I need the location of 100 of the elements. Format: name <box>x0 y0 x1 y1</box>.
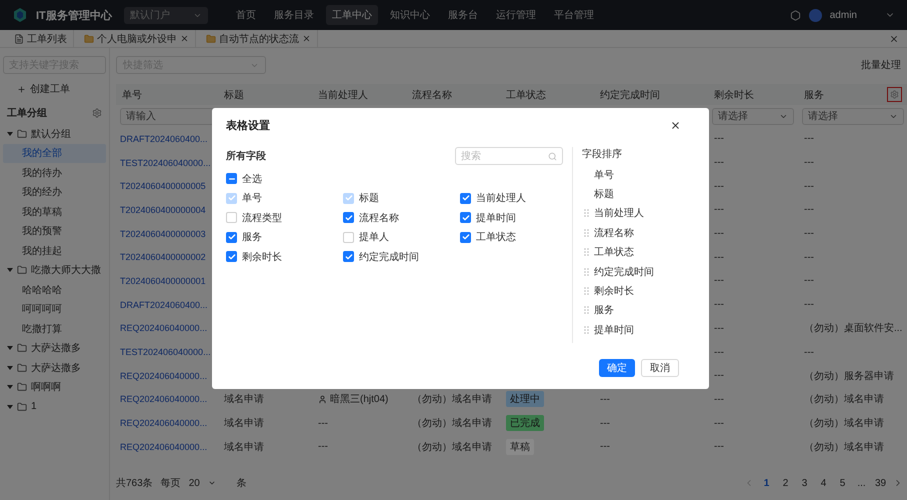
caret-down-icon[interactable] <box>7 384 13 390</box>
caret-down-icon[interactable] <box>7 130 13 137</box>
filter-select[interactable]: 请选择 <box>712 108 794 124</box>
checkbox-label[interactable]: 提单人 <box>359 230 389 244</box>
nav-item[interactable]: 平台管理 <box>548 5 600 25</box>
checkbox-label[interactable]: 约定完成时间 <box>359 250 419 264</box>
close-icon[interactable] <box>889 34 899 44</box>
drag-handle-icon[interactable] <box>584 209 589 218</box>
checkbox[interactable] <box>343 251 354 262</box>
sort-item[interactable]: 流程名称 <box>594 226 634 240</box>
ticket-link[interactable]: TEST202406040000... <box>120 158 211 168</box>
group-label[interactable]: 吃撒大师大大撒 <box>31 263 101 278</box>
ticket-link[interactable]: REQ202406040000... <box>120 442 208 452</box>
page-tab[interactable]: 工单列表 <box>8 30 74 48</box>
settings-icon[interactable] <box>92 108 102 118</box>
tree-item[interactable]: 哈哈哈哈 <box>3 280 106 300</box>
page-tab[interactable]: 自动节点的状态流 <box>200 30 318 48</box>
batch-button[interactable]: 批量处理 <box>857 56 905 74</box>
tree-item[interactable]: 呵呵呵呵 <box>3 300 106 319</box>
sort-item[interactable]: 标题 <box>594 187 614 202</box>
ticket-link[interactable]: REQ202406040000... <box>120 370 208 381</box>
checkbox[interactable] <box>226 232 237 243</box>
nav-item[interactable]: 服务台 <box>442 5 484 25</box>
create-button[interactable]: 创建工单 <box>15 80 72 98</box>
sort-item[interactable]: 提单时间 <box>594 322 634 337</box>
ticket-link[interactable]: REQ202406040000... <box>120 323 208 334</box>
checkbox-label[interactable]: 当前处理人 <box>476 191 526 206</box>
ticket-link[interactable]: T2024060400000003 <box>120 228 206 239</box>
nav-item[interactable]: 知识中心 <box>384 5 436 25</box>
ticket-link[interactable]: T2024060400000001 <box>120 276 206 286</box>
filter-select[interactable]: 请选择 <box>802 108 904 124</box>
ticket-link[interactable]: REQ202406040000... <box>120 394 208 404</box>
checkbox-label[interactable]: 流程类型 <box>242 210 282 225</box>
group-label[interactable]: 1 <box>31 401 37 412</box>
confirm-button[interactable]: 确定 <box>599 359 635 377</box>
page-button[interactable]: 1 <box>758 474 775 492</box>
tree-item[interactable]: 我的挂起 <box>3 241 106 260</box>
page-button[interactable]: 39 <box>872 474 889 492</box>
checkbox[interactable] <box>226 173 237 184</box>
page-size-select[interactable]: 20 <box>188 478 229 488</box>
caret-down-icon[interactable] <box>7 404 13 410</box>
tree-item[interactable]: 我的草稿 <box>3 202 106 222</box>
drag-handle-icon[interactable] <box>584 268 589 276</box>
close-icon[interactable] <box>302 34 311 43</box>
checkbox[interactable] <box>460 232 471 243</box>
ticket-link[interactable]: DRAFT2024060400... <box>120 134 208 144</box>
checkbox-label[interactable]: 提单时间 <box>476 210 516 225</box>
sort-item[interactable]: 单号 <box>594 168 614 182</box>
drag-handle-icon[interactable] <box>584 287 589 296</box>
group-label[interactable]: 大萨达撒多 <box>31 341 81 356</box>
close-button[interactable] <box>670 120 681 131</box>
portal-select[interactable]: 默认门户 <box>124 6 208 24</box>
cancel-button[interactable]: 取消 <box>641 359 679 377</box>
checkbox-label[interactable]: 全选 <box>242 172 262 186</box>
sort-item[interactable]: 工单状态 <box>594 245 634 260</box>
ticket-link[interactable]: T2024060400000004 <box>120 204 206 215</box>
user-name[interactable]: admin <box>830 10 857 20</box>
hexagon-icon[interactable] <box>790 10 801 20</box>
group-label[interactable]: 大萨达撒多 <box>31 360 81 375</box>
nav-item[interactable]: 工单中心 <box>326 5 378 25</box>
page-tab[interactable]: 个人电脑或外设申 <box>78 30 196 48</box>
nav-item[interactable]: 运行管理 <box>490 5 542 25</box>
checkbox-label[interactable]: 工单状态 <box>476 230 516 244</box>
ticket-link[interactable]: REQ202406040000... <box>120 418 208 428</box>
tree-item[interactable]: 我的预警 <box>3 222 106 241</box>
close-icon[interactable] <box>180 34 189 43</box>
checkbox[interactable] <box>226 251 237 262</box>
page-button[interactable]: 3 <box>796 474 813 492</box>
filter-input[interactable]: 请输入 <box>120 108 214 124</box>
drag-handle-icon[interactable] <box>584 228 589 237</box>
nav-item[interactable]: 服务目录 <box>268 5 320 25</box>
caret-down-icon[interactable] <box>7 364 13 371</box>
tree-item[interactable]: 我的经办 <box>3 182 106 202</box>
drag-handle-icon[interactable] <box>584 248 589 256</box>
page-button[interactable]: ... <box>853 474 870 492</box>
group-label[interactable]: 默认分组 <box>31 126 71 141</box>
drag-handle-icon[interactable] <box>584 326 589 334</box>
checkbox-label[interactable]: 剩余时长 <box>242 250 282 264</box>
ticket-link[interactable]: DRAFT2024060400... <box>120 300 208 310</box>
drag-handle-icon[interactable] <box>584 306 589 314</box>
checkbox[interactable] <box>460 212 471 224</box>
tree-item[interactable]: 吃撒打算 <box>3 319 106 338</box>
tree-item[interactable]: 我的全部 <box>3 144 106 163</box>
checkbox-label[interactable]: 服务 <box>242 230 262 244</box>
group-label[interactable]: 啊啊啊 <box>31 380 61 394</box>
tree-item[interactable]: 我的待办 <box>3 163 106 182</box>
page-button[interactable]: 4 <box>815 474 832 492</box>
ticket-link[interactable]: T2024060400000002 <box>120 252 206 262</box>
sort-item[interactable]: 剩余时长 <box>594 284 634 298</box>
sort-item[interactable]: 约定完成时间 <box>594 264 654 279</box>
caret-down-icon[interactable] <box>7 267 13 274</box>
checkbox[interactable] <box>343 212 354 224</box>
ticket-link[interactable]: TEST202406040000... <box>120 347 211 358</box>
settings-button[interactable] <box>887 87 902 102</box>
sort-item[interactable]: 服务 <box>594 303 614 318</box>
ticket-link[interactable]: T2024060400000005 <box>120 181 206 192</box>
sort-item[interactable]: 当前处理人 <box>594 206 644 220</box>
page-button[interactable]: 2 <box>777 474 794 492</box>
checkbox[interactable] <box>460 192 471 204</box>
nav-item[interactable]: 首页 <box>230 5 262 25</box>
